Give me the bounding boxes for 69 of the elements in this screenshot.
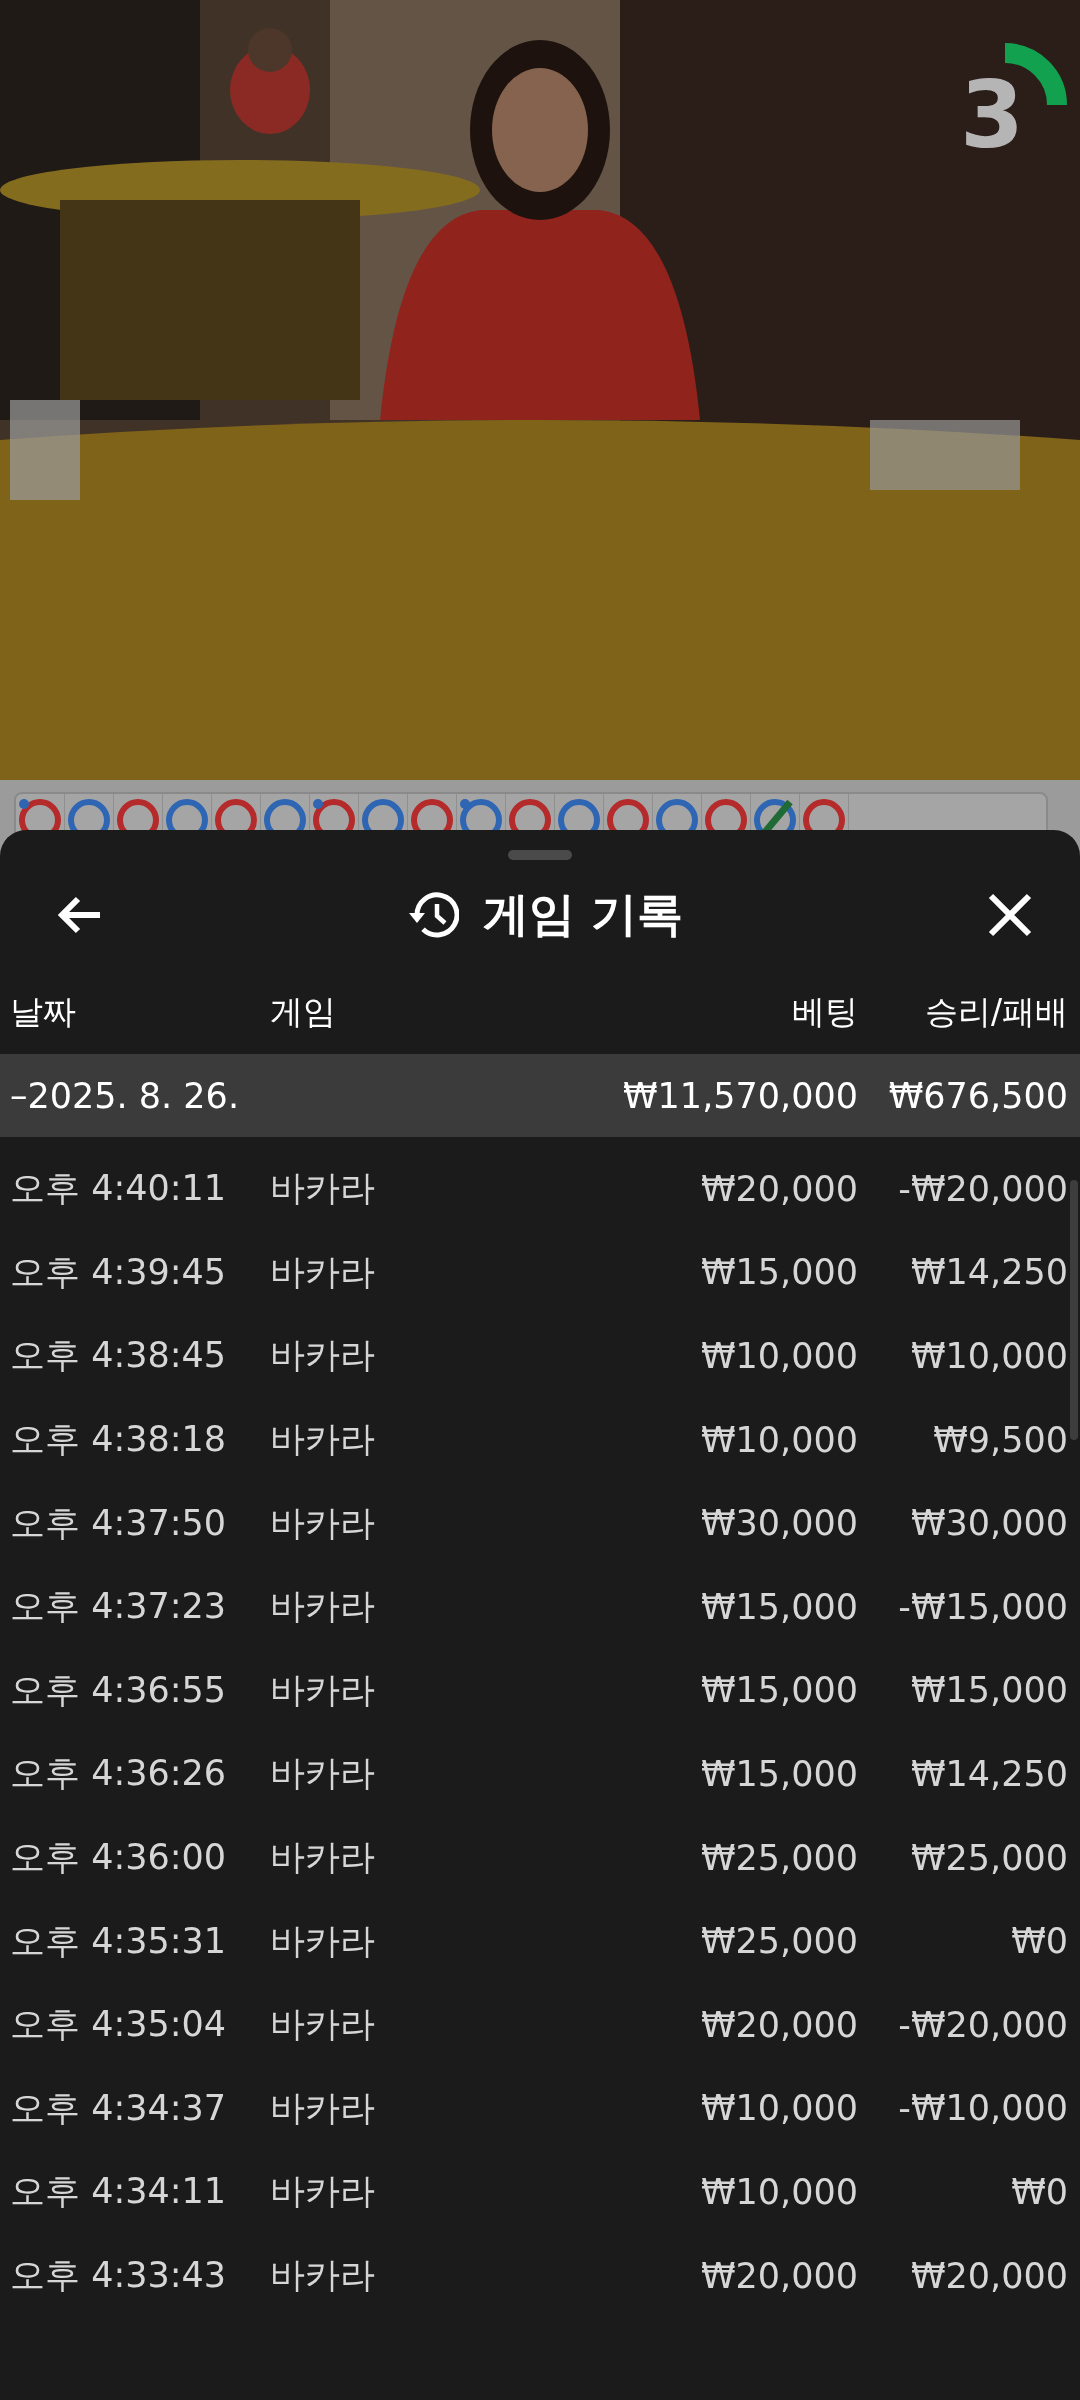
column-header: 승리/패배 xyxy=(923,990,1068,1033)
sheet-title: 게임 기록 xyxy=(483,886,683,943)
bet-cell-text: ₩10,000 xyxy=(699,2088,858,2129)
scrollbar[interactable] xyxy=(1070,1180,1078,1440)
time-cell-text: 오후 4:36:55 xyxy=(10,1668,228,1712)
result-cell-text: ₩10,000 xyxy=(909,1336,1068,1376)
time-cell-text: 오후 4:40:11 xyxy=(10,1167,228,1211)
column-header: 게임 xyxy=(270,990,337,1033)
result-cell-text: ₩14,250 xyxy=(909,1753,1068,1794)
result-cell-text: -₩20,000 xyxy=(897,2004,1068,2045)
column-header: 날짜 xyxy=(10,990,77,1033)
game-cell-text: 바카라 xyxy=(270,2254,376,2297)
result-cell-text: ₩9,500 xyxy=(932,1419,1068,1460)
total-result-cell-text: ₩676,500 xyxy=(887,1075,1068,1116)
bet-cell-text: ₩20,000 xyxy=(699,1168,858,1209)
result-cell-text: ₩0 xyxy=(1010,1921,1068,1962)
bet-cell-text: ₩10,000 xyxy=(699,1336,858,1376)
result-cell-text: -₩20,000 xyxy=(897,1168,1068,1209)
column-header: 베팅 xyxy=(791,990,858,1033)
time-cell-text: 오후 4:39:45 xyxy=(10,1250,228,1294)
result-cell-text: -₩15,000 xyxy=(897,1586,1068,1627)
game-cell-text: 바카라 xyxy=(270,2170,376,2214)
time-cell-text: 오후 4:36:26 xyxy=(10,1752,228,1796)
result-cell-text: -₩10,000 xyxy=(897,2088,1068,2129)
game-cell-text: 바카라 xyxy=(270,1418,376,1462)
bet-cell-text: ₩15,000 xyxy=(699,1252,858,1293)
bet-cell-text: ₩10,000 xyxy=(699,2171,858,2212)
game-cell-text: 바카라 xyxy=(270,1334,376,1378)
bet-cell-text: ₩15,000 xyxy=(699,1586,858,1627)
bet-cell-text: ₩15,000 xyxy=(699,1670,858,1711)
game-cell-text: 바카라 xyxy=(270,2086,376,2130)
game-cell-text: 바카라 xyxy=(270,1501,376,1545)
date-summary-row[interactable]: –2025. 8. 26. ₩11,570,000 ₩676,500 xyxy=(0,1054,1080,1137)
game-cell-text: 바카라 xyxy=(270,1167,376,1211)
bet-cell-text: ₩25,000 xyxy=(699,1921,858,1962)
time-cell-text: 오후 4:34:11 xyxy=(10,2170,228,2214)
total-bet-cell-text: ₩11,570,000 xyxy=(622,1075,858,1116)
bet-cell-text: ₩10,000 xyxy=(699,1419,858,1460)
result-cell-text: ₩15,000 xyxy=(909,1670,1068,1711)
time-cell-text: 오후 4:33:43 xyxy=(10,2254,228,2297)
game-cell-text: 바카라 xyxy=(270,1250,376,1294)
history-icon xyxy=(407,891,459,939)
bet-cell-text: ₩20,000 xyxy=(699,2004,858,2045)
countdown-number: 3 xyxy=(960,70,1024,162)
bet-cell-text: ₩15,000 xyxy=(699,1753,858,1794)
game-cell-text: 바카라 xyxy=(270,1919,376,1963)
result-cell-text: ₩30,000 xyxy=(909,1503,1068,1544)
date-cell-text: –2025. 8. 26. xyxy=(10,1075,240,1116)
game-cell-text: 바카라 xyxy=(270,2003,376,2047)
bet-cell-text: ₩25,000 xyxy=(699,1837,858,1878)
game-cell-text: 바카라 xyxy=(270,1668,376,1712)
game-cell-text: 바카라 xyxy=(270,1585,376,1629)
result-cell-text: ₩20,000 xyxy=(909,2255,1068,2296)
time-cell-text: 오후 4:35:31 xyxy=(10,1919,228,1963)
time-cell-text: 오후 4:35:04 xyxy=(10,2003,228,2047)
bet-cell-text: ₩20,000 xyxy=(699,2255,858,2296)
time-cell-text: 오후 4:38:45 xyxy=(10,1334,228,1378)
time-cell-text: 오후 4:36:00 xyxy=(10,1836,228,1880)
time-cell-text: 오후 4:38:18 xyxy=(10,1418,228,1462)
game-cell-text: 바카라 xyxy=(270,1836,376,1880)
result-cell-text: ₩0 xyxy=(1010,2171,1068,2212)
drag-handle[interactable] xyxy=(508,850,572,860)
game-cell-text: 바카라 xyxy=(270,1752,376,1796)
time-cell-text: 오후 4:37:23 xyxy=(10,1585,228,1629)
result-cell-text: ₩25,000 xyxy=(909,1837,1068,1878)
time-cell-text: 오후 4:34:37 xyxy=(10,2086,228,2130)
bet-cell-text: ₩30,000 xyxy=(699,1503,858,1544)
time-cell-text: 오후 4:37:50 xyxy=(10,1501,228,1545)
result-cell-text: ₩14,250 xyxy=(909,1252,1068,1293)
